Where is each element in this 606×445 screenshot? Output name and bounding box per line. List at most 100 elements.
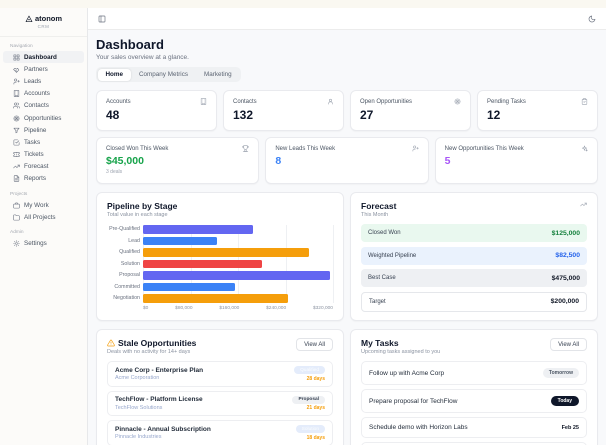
charts-row: Pipeline by Stage Total value in each st… [96,192,598,321]
opportunity-name: Pinnacle - Annual Subscription [115,425,211,433]
sidebar-item-label: My Work [24,201,49,209]
bottom-row: Stale Opportunities Deals with no activi… [96,329,598,445]
task-name: Follow up with Acme Corp [369,369,445,377]
chart-category-label: Negotiation [113,295,140,302]
week-card-subtext [275,169,418,175]
tab-marketing[interactable]: Marketing [196,69,240,81]
stale-opportunity-row[interactable]: Acme Corp - Enterprise Plan Acme Corporat… [107,361,333,387]
sidebar-item-opportunities[interactable]: Opportunities [3,112,84,124]
opportunity-company: TechFlow Solutions [115,404,163,411]
warning-icon [107,339,115,347]
stale-view-all-button[interactable]: View All [296,338,333,351]
stat-label: Pending Tasks [487,98,526,105]
stat-value: 132 [233,108,254,122]
sidebar-item-pipeline[interactable]: Pipeline [3,124,84,136]
chart-bar-solution [143,259,262,268]
stale-opportunities-panel: Stale Opportunities Deals with no activi… [96,329,344,445]
pipeline-by-stage-panel: Pipeline by Stage Total value in each st… [96,192,344,321]
opportunity-name: Acme Corp - Enterprise Plan [115,366,204,374]
sidebar-item-tickets[interactable]: Tickets [3,149,84,161]
building-icon [13,90,20,97]
forecast-row-weighted-pipeline: Weighted Pipeline $82,500 [361,246,587,265]
task-row[interactable]: Schedule demo with Horizon Labs Feb 25 [361,417,587,438]
handshake-icon [13,66,20,73]
chart-bar-negotiation [143,294,289,303]
sidebar-item-label: Tickets [24,151,44,159]
sidebar-item-dashboard[interactable]: Dashboard [3,51,84,64]
task-due-badge: Tomorrow [542,368,579,378]
user-icon [327,98,334,105]
chart-bar-committed [143,282,236,291]
theme-toggle-icon[interactable] [588,15,596,23]
stale-opportunity-row[interactable]: Pinnacle - Annual Subscription Pinnacle I… [107,420,333,445]
forecast-panel: Forecast This Month Closed Won $125,000 We… [350,192,598,321]
stage-badge: Qualified [294,366,325,374]
building-icon [200,98,207,105]
stat-value: 12 [487,108,501,122]
tab-company-metrics[interactable]: Company Metrics [131,69,196,81]
chart-x-tick: $240,000 [266,305,287,311]
sidebar-item-partners[interactable]: Partners [3,63,84,75]
sidebar-item-all-projects[interactable]: All Projects [3,211,84,223]
chart-bar-row: Solution [107,259,333,268]
task-due-badge: Feb 25 [561,424,579,431]
sidebar-section-label: Navigation [10,44,33,49]
sidebar-item-settings[interactable]: Settings [3,237,84,249]
stale-subtitle: Deals with no activity for 14+ days [107,349,191,355]
sidebar-item-tasks[interactable]: Tasks [3,136,84,148]
sidebar-item-accounts[interactable]: Accounts [3,88,84,100]
task-list: Follow up with Acme Corp Tomorrow Prepare … [361,361,587,445]
stale-title: Stale Opportunities [118,338,197,348]
stale-days: 18 days [306,434,325,441]
week-card-label: New Leads This Week [275,145,336,152]
gear-icon [13,240,20,247]
dashboard-tabs: Home Company Metrics Marketing [96,67,242,82]
window-top-strip [0,0,606,8]
sidebar-item-label: Leads [24,77,42,85]
funnel-icon [13,127,20,134]
app-subname: CRM [37,24,50,29]
chart-category-label: Lead [128,237,140,244]
chart-x-axis: $0 $80,000 $160,000 $240,000 $320,000 [143,306,333,311]
target-icon [13,115,20,122]
sidebar-toggle-icon[interactable] [98,15,106,23]
opportunity-name: TechFlow - Platform License [115,396,203,403]
forecast-row-closed-won: Closed Won $125,000 [361,224,587,242]
chart-bar-row: Qualified [107,248,333,257]
tasks-view-all-button[interactable]: View All [550,338,587,351]
sidebar-item-reports[interactable]: Reports [3,173,84,185]
trophy-icon [242,145,250,152]
forecast-row-value: $200,000 [550,298,579,305]
chart-category-label: Pre-Qualified [109,226,140,233]
task-row[interactable]: Follow up with Acme Corp Tomorrow [361,361,587,385]
chart-x-tick: $0 [143,305,149,311]
page-subtitle: Your sales overview at a glance. [96,54,189,61]
stale-opportunity-row[interactable]: TechFlow - Platform License TechFlow Solu… [107,390,333,416]
opportunity-company: Pinnacle Industries [115,434,162,440]
task-row[interactable]: Prepare proposal for TechFlow Today [361,389,587,413]
task-name: Schedule demo with Horizon Labs [369,424,468,431]
week-card-new-opportunities-this-week: New Opportunities This Week 5 [434,137,598,184]
sidebar-item-my-work[interactable]: My Work [3,199,84,211]
chart-bar-row: Proposal [107,271,333,280]
clipboard-icon [581,98,588,105]
stage-badge: Proposal [292,395,325,404]
sidebar-item-label: Partners [24,65,48,73]
users-icon [13,102,20,109]
stat-value: 48 [106,108,120,122]
sidebar-item-label: Reports [24,175,47,183]
chart-bar-row: Negotiation [107,294,333,303]
page-content: Dashboard Your sales overview at a glanc… [88,30,606,445]
sidebar-item-label: Accounts [24,90,50,98]
sidebar-item-forecast[interactable]: Forecast [3,161,84,173]
sidebar-item-contacts[interactable]: Contacts [3,100,84,112]
chart-x-tick: $80,000 [175,305,193,311]
user-plus-icon [412,145,419,152]
tab-home[interactable]: Home [97,68,131,81]
sidebar-item-leads[interactable]: Leads [3,75,84,87]
app-logo[interactable]: atonom CRM [0,8,87,37]
week-card-label: New Opportunities This Week [444,145,524,152]
sidebar-item-label: Dashboard [24,53,57,61]
chart-bar-proposal [143,271,331,280]
chart-x-tick: $320,000 [312,305,333,311]
